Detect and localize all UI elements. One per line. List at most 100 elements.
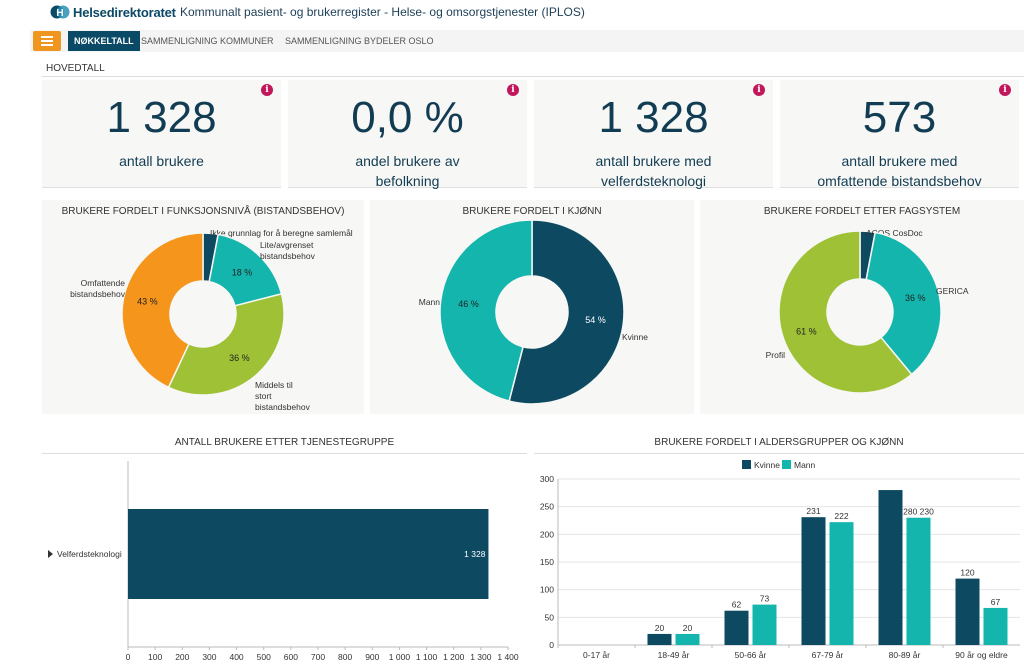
logo-text: Helsedirektoratet	[73, 4, 176, 20]
bar-chart-aldersgrupper: 0 50 100 150 200 250 300 Kvinne Mann 0-17 år 18-49…	[540, 460, 1020, 660]
y-tick-label: 250	[540, 502, 554, 512]
kpi-label: antall brukere med velferdsteknologi	[595, 153, 712, 189]
bar-value-label: 280 230	[903, 507, 934, 517]
bar-chart-tjenestegruppe: 0 100 200 300 400 500 600 700 800 900 1 000 1 100 1 …	[48, 461, 519, 662]
bar-mann-90-år-og-eldre	[983, 607, 1008, 645]
bar-kvinne-67-79-år	[801, 517, 826, 645]
bar-value-label: 73	[760, 594, 770, 604]
y-tick-label: 300	[540, 474, 554, 484]
bar-kvinne-50-66-år	[724, 610, 749, 645]
x-tick-label: 80-89 år	[889, 650, 921, 660]
slice-category-label: Middels til stort bistandsbehov	[255, 380, 311, 412]
y-tick-label: 200	[540, 529, 554, 539]
slice-category-label: Mann	[419, 297, 441, 307]
svg-text:H: H	[56, 8, 63, 19]
x-tick-label: 1 000	[389, 652, 411, 662]
info-icon[interactable]: i	[507, 84, 519, 96]
bar-value-label: 62	[732, 600, 742, 610]
chart-title: ANTALL BRUKERE ETTER TJENESTEGRUPPE	[42, 435, 527, 454]
category-label: Velferdsteknologi	[57, 549, 122, 559]
slice-percent-label: 36 %	[229, 353, 250, 363]
y-tick-label: 100	[540, 585, 554, 595]
x-tick-label: 500	[257, 652, 271, 662]
x-tick-label: 1 400	[497, 652, 519, 662]
x-tick-label: 800	[338, 652, 352, 662]
bar-value-label: 20	[683, 623, 693, 633]
tab-nokkeltall[interactable]: NØKKELTALL	[68, 31, 140, 51]
expand-caret-icon	[48, 550, 53, 558]
kpi-label: antall brukere med omfattende bistandsbe…	[817, 153, 982, 189]
info-icon[interactable]: i	[999, 84, 1011, 96]
legend-swatch-kvinne	[742, 460, 751, 469]
bar-value-label: 120	[960, 568, 974, 578]
legend-label-kvinne: Kvinne	[754, 460, 780, 470]
slice-percent-label: 54 %	[585, 315, 606, 325]
hamburger-menu-button[interactable]	[33, 31, 61, 51]
info-icon[interactable]: i	[753, 84, 765, 96]
x-tick-label: 90 år og eldre	[955, 650, 1008, 660]
logo[interactable]: H Helsedirektoratet	[50, 3, 176, 21]
info-icon[interactable]: i	[261, 84, 273, 96]
bar-mann-80-89-år	[906, 517, 931, 645]
bar-value-label: 222	[834, 511, 848, 521]
slice-percent-label: 36 %	[905, 293, 926, 303]
bar-value-label: 20	[655, 623, 665, 633]
menu-line	[41, 36, 53, 38]
slice-percent-label: 43 %	[137, 297, 158, 307]
tab-sammenligning-kommuner[interactable]: SAMMENLIGNING KOMMUNER	[135, 31, 280, 51]
kpi-value: 573	[862, 93, 937, 142]
x-tick-label: 0-17 år	[583, 650, 610, 660]
slice-percent-label: 61 %	[796, 326, 817, 336]
menu-line	[41, 40, 53, 42]
x-tick-label: 900	[365, 652, 379, 662]
x-tick-label: 18-49 år	[658, 650, 690, 660]
kpi-value: 0,0 %	[351, 93, 464, 142]
donut-chart-funksjonsniva: Ikke grunnlag for å beregne samlemål 18 %…	[70, 228, 353, 412]
x-tick-label: 1 200	[443, 652, 465, 662]
legend-label-mann: Mann	[794, 460, 816, 470]
app-title: Kommunalt pasient- og brukerregister - H…	[180, 5, 585, 19]
slice-category-label: Profil	[766, 350, 785, 360]
donut-chart-kjonn: 54 % Kvinne 46 % Mann	[419, 219, 648, 405]
slice-category-label: GERICA	[936, 286, 969, 296]
bar-value-label: 67	[991, 597, 1001, 607]
nav-bar: NØKKELTALL SAMMENLIGNING KOMMUNER SAMMEN…	[30, 30, 1024, 52]
y-tick-label: 150	[540, 557, 554, 567]
x-tick-label: 0	[126, 652, 131, 662]
kpi-value: 1 328	[106, 93, 217, 142]
x-tick-label: 50-66 år	[735, 650, 767, 660]
y-tick-label: 0	[549, 640, 554, 650]
slice-percent-label: 46 %	[458, 299, 479, 309]
bar-value-label: 231	[806, 506, 820, 516]
chart-panel-fagsystem: BRUKERE FORDELT ETTER FAGSYSTEM ACOS Cos…	[700, 200, 1024, 414]
chart-title: BRUKERE FORDELT I ALDERSGRUPPER OG KJØNN	[534, 435, 1024, 454]
x-tick-label: 600	[284, 652, 298, 662]
bar-kvinne-90-år-og-eldre	[955, 578, 980, 645]
bar-mann-50-66-år	[752, 604, 777, 645]
logo-icon: H	[50, 5, 70, 19]
menu-line	[41, 44, 53, 46]
top-bar: H Helsedirektoratet Kommunalt pasient- o…	[0, 0, 1024, 28]
section-title: HOVEDTALL	[42, 60, 1024, 77]
slice-category-label: Kvinne	[622, 332, 648, 342]
x-tick-label: 300	[202, 652, 216, 662]
chart-panel-aldersgrupper: BRUKERE FORDELT I ALDERSGRUPPER OG KJØNN…	[534, 435, 1024, 669]
chart-panel-kjonn: BRUKERE FORDELT I KJØNN 54 % Kvinne 46 % Ma…	[370, 200, 694, 414]
kpi-value: 1 328	[598, 93, 709, 142]
x-tick-label: 700	[311, 652, 325, 662]
bar-mann-67-79-år	[829, 522, 854, 645]
chart-panel-tjenestegruppe: ANTALL BRUKERE ETTER TJENESTEGRUPPE 0 100…	[42, 435, 527, 669]
y-tick-label: 50	[545, 612, 555, 622]
x-tick-label: 1 300	[470, 652, 492, 662]
chart-panel-funksjonsniva: BRUKERE FORDELT I FUNKSJONSNIVÅ (BISTAND…	[42, 200, 364, 414]
tab-sammenligning-bydeler-oslo[interactable]: SAMMENLIGNING BYDELER OSLO	[279, 31, 440, 51]
legend-swatch-mann	[782, 460, 791, 469]
bar-mann-18-49-år	[675, 633, 700, 645]
kpi-label: antall brukere	[119, 153, 204, 169]
donut-chart-fagsystem: ACOS CosDoc36 %GERICA61 %Profil	[766, 228, 969, 394]
kpi-card-antall-brukere: i 1 328 antall brukere	[42, 80, 281, 188]
x-tick-label: 400	[229, 652, 243, 662]
slice-category-label: Ikke grunnlag for å beregne samlemål	[210, 228, 353, 238]
kpi-card-velferdsteknologi: i 1 328 antall brukere med velferdstekno…	[534, 80, 773, 189]
kpi-label: andel brukere av befolkning	[355, 153, 460, 189]
